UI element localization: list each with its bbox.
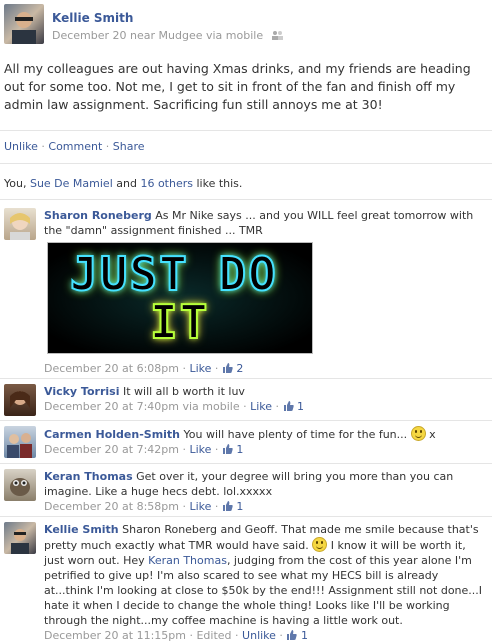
- divider: [0, 516, 492, 517]
- comment-body: Keran Thomas Get over it, your degree wi…: [44, 469, 484, 514]
- avatar[interactable]: [4, 426, 36, 458]
- avatar[interactable]: [4, 208, 36, 240]
- comment-body: Kellie Smith Sharon Roneberg and Geoff. …: [44, 522, 484, 643]
- comment-body: Carmen Holden-Smith You will have plenty…: [44, 426, 484, 457]
- like-link[interactable]: Like: [189, 443, 211, 456]
- divider: [0, 130, 492, 131]
- like-link[interactable]: Like: [189, 362, 211, 375]
- divider: [0, 378, 492, 379]
- likes-suffix: like this.: [196, 177, 243, 190]
- image-text-line2: IT: [149, 294, 210, 350]
- commenter-name[interactable]: Carmen Holden-Smith: [44, 428, 180, 441]
- avatar[interactable]: [4, 469, 36, 501]
- like-count-value: 2: [236, 362, 244, 375]
- commenter-name[interactable]: Vicky Torrisi: [44, 385, 119, 398]
- post-meta-text: December 20 near Mudgee via mobile: [52, 29, 264, 42]
- likes-and: and: [116, 177, 137, 190]
- like-count[interactable]: 2: [222, 362, 244, 375]
- friends-icon: [271, 31, 283, 40]
- comment-meta: December 20 at 6:08pm · Like · 2: [44, 362, 244, 375]
- thumbs-up-icon: [222, 363, 233, 373]
- avatar[interactable]: [4, 522, 36, 554]
- comment-meta: December 20 at 8:58pm · Like · 1: [44, 500, 244, 513]
- likes-comma: ,: [22, 177, 27, 190]
- post-actions: Unlike · Comment · Share: [4, 140, 145, 153]
- image-text-line1: JUST DO: [69, 246, 278, 302]
- comment-meta: December 20 at 11:15pm · Edited · Unlike…: [44, 629, 308, 642]
- thumbs-up-icon: [222, 444, 233, 454]
- comment-meta: December 20 at 7:42pm · Like · 1: [44, 443, 244, 456]
- post-header: Kellie Smith December 20 near Mudgee via…: [4, 4, 488, 48]
- comment-text: It will all b worth it luv: [122, 385, 245, 398]
- separator-dot: ·: [41, 140, 45, 153]
- like-count-value: 1: [300, 629, 308, 642]
- comment-body: Vicky Torrisi It will all b worth it luv…: [44, 384, 484, 414]
- like-count[interactable]: 1: [283, 400, 305, 413]
- comment-time[interactable]: December 20 at 7:42pm: [44, 443, 179, 456]
- divider: [0, 199, 492, 200]
- thumbs-up-icon: [222, 501, 233, 511]
- smiley-icon: [312, 537, 328, 552]
- like-count[interactable]: 1: [286, 629, 308, 642]
- commenter-name[interactable]: Kellie Smith: [44, 523, 119, 536]
- post-author[interactable]: Kellie Smith: [52, 11, 133, 25]
- like-link[interactable]: Like: [189, 500, 211, 513]
- comment-link[interactable]: Comment: [48, 140, 102, 153]
- unlike-link[interactable]: Unlike: [242, 629, 276, 642]
- smiley-icon: [410, 426, 426, 441]
- post-text: All my colleagues are out having Xmas dr…: [4, 61, 471, 112]
- like-count-value: 1: [236, 500, 244, 513]
- comment-text-after: x: [429, 428, 436, 441]
- thumbs-up-icon: [287, 630, 298, 640]
- unlike-link[interactable]: Unlike: [4, 140, 38, 153]
- edited-label[interactable]: Edited: [196, 629, 231, 642]
- comment-text: You will have plenty of time for the fun…: [183, 428, 408, 441]
- share-link[interactable]: Share: [113, 140, 145, 153]
- avatar[interactable]: [4, 384, 36, 416]
- avatar[interactable]: [4, 4, 44, 44]
- thumbs-up-icon: [283, 401, 294, 411]
- comment-meta: December 20 at 7:40pm via mobile · Like …: [44, 400, 305, 413]
- like-count-value: 1: [297, 400, 305, 413]
- divider: [0, 463, 492, 464]
- comment-time[interactable]: December 20 at 11:15pm: [44, 629, 186, 642]
- like-count[interactable]: 1: [222, 500, 244, 513]
- likes-summary: You, Sue De Mamiel and 16 others like th…: [4, 177, 242, 190]
- separator-dot: ·: [105, 140, 110, 153]
- divider: [0, 420, 492, 421]
- post-meta: December 20 near Mudgee via mobile: [52, 29, 283, 42]
- divider: [0, 163, 492, 164]
- like-count-value: 1: [236, 443, 244, 456]
- mention-link[interactable]: Keran Thomas: [148, 554, 227, 567]
- like-link[interactable]: Like: [250, 400, 272, 413]
- comment-time[interactable]: December 20 at 6:08pm: [44, 362, 179, 375]
- comment-body: Sharon Roneberg As Mr Nike says ... and …: [44, 208, 484, 238]
- comment-time[interactable]: December 20 at 8:58pm: [44, 500, 179, 513]
- commenter-name[interactable]: Sharon Roneberg: [44, 209, 152, 222]
- comment-time[interactable]: December 20 at 7:40pm via mobile: [44, 400, 240, 413]
- commenter-name[interactable]: Keran Thomas: [44, 470, 133, 483]
- just-do-it-image[interactable]: JUST DO IT: [47, 242, 313, 354]
- likes-you: You: [4, 177, 23, 190]
- like-count[interactable]: 1: [222, 443, 244, 456]
- liker-link[interactable]: Sue De Mamiel: [30, 177, 113, 190]
- likers-others-link[interactable]: 16 others: [140, 177, 193, 190]
